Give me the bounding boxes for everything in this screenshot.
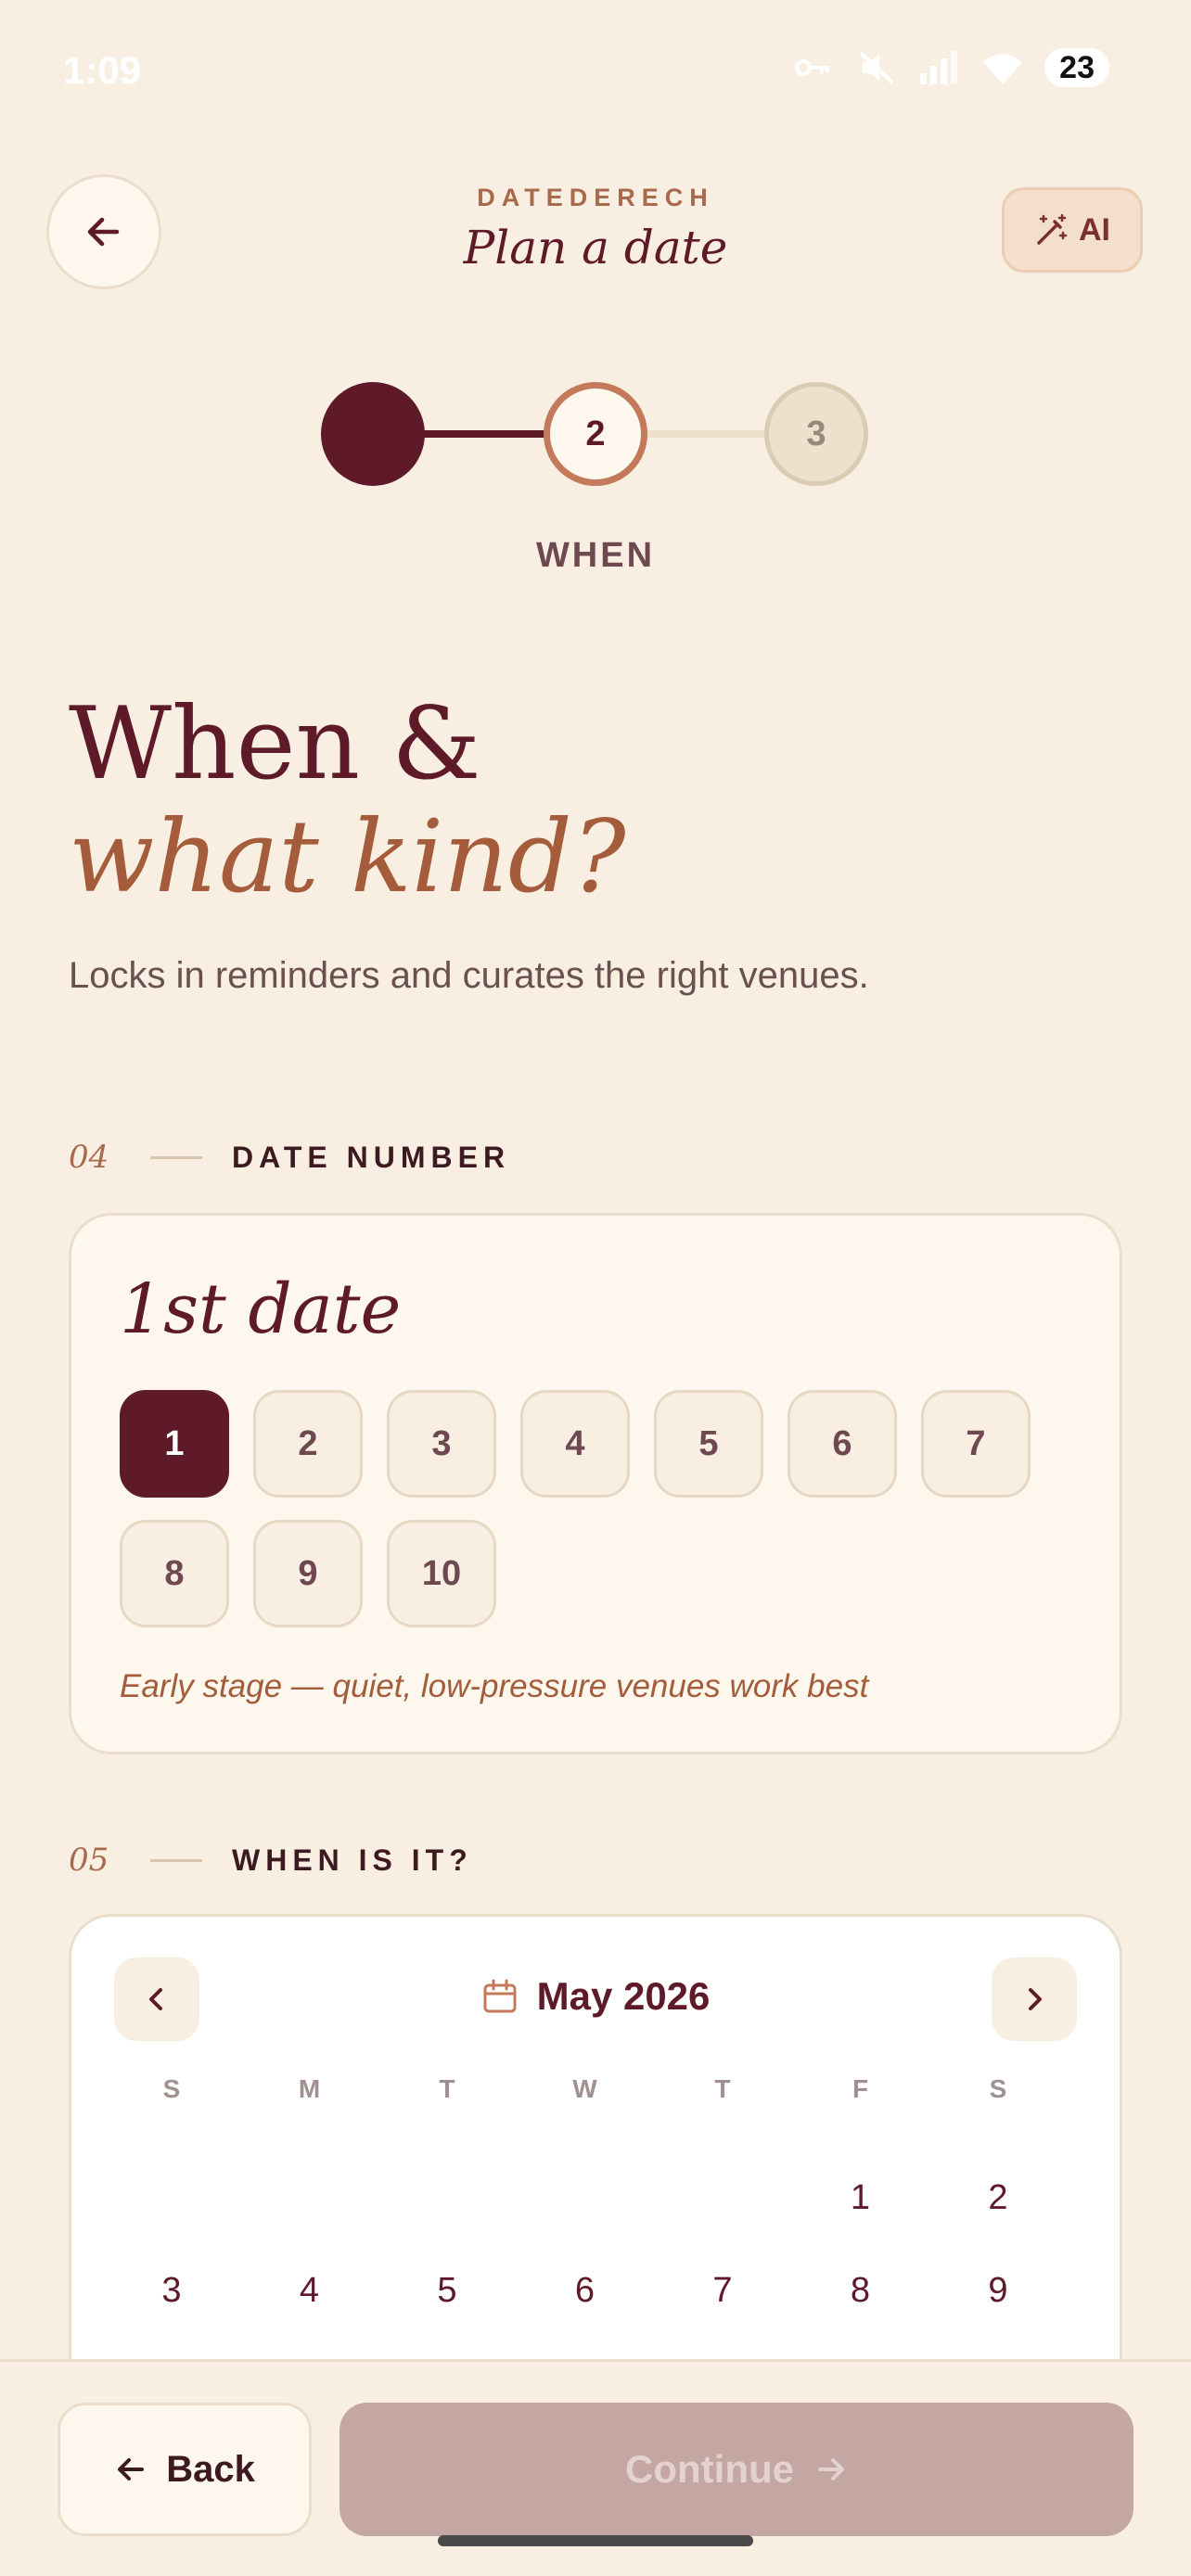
calendar-day[interactable]: 6 <box>548 2271 622 2311</box>
date-number-option[interactable]: 4 <box>520 1390 630 1498</box>
calendar-icon <box>483 1979 517 2013</box>
section-number: 04 <box>69 1139 109 1176</box>
magic-wand-icon <box>1037 213 1068 245</box>
date-number-option[interactable]: 1 <box>120 1390 229 1498</box>
step-connector-pending <box>644 430 768 438</box>
date-number-option[interactable]: 3 <box>387 1390 496 1498</box>
calendar-day[interactable]: 8 <box>824 2271 898 2311</box>
weekday-header: S <box>162 2074 181 2103</box>
weekday-header: W <box>572 2074 597 2103</box>
headline-line-1: When & <box>69 686 481 802</box>
back-button[interactable]: Back <box>58 2403 312 2536</box>
date-number-option[interactable]: 9 <box>253 1520 363 1627</box>
section-title: WHEN IS IT? <box>232 1843 473 1877</box>
current-step-label: WHEN <box>535 536 656 575</box>
section-title: DATE NUMBER <box>232 1140 511 1174</box>
calendar-day[interactable]: 9 <box>961 2271 1035 2311</box>
date-number-option[interactable]: 10 <box>387 1520 496 1627</box>
status-time: 1:09 <box>63 48 142 92</box>
weekday-header: S <box>989 2074 1007 2103</box>
calendar-day[interactable]: 3 <box>134 2271 209 2311</box>
date-number-option[interactable]: 8 <box>120 1520 229 1627</box>
ai-button[interactable]: AI <box>1002 187 1143 273</box>
date-number-option[interactable]: 6 <box>788 1390 897 1498</box>
date-number-display: 1st date <box>120 1269 402 1349</box>
page-subtitle: Locks in reminders and curates the right… <box>69 955 869 996</box>
key-icon <box>795 59 830 76</box>
battery-level: 23 <box>1044 48 1109 87</box>
signal-icon <box>920 51 958 84</box>
date-number-option[interactable]: 2 <box>253 1390 363 1498</box>
step-2-current: 2 <box>544 382 647 486</box>
ai-label: AI <box>1079 211 1110 248</box>
home-indicator <box>438 2535 753 2546</box>
date-number-card: 1st date 1 2 3 4 5 6 7 8 9 10 Early stage — quiet… <box>69 1213 1122 1754</box>
section-divider <box>150 1858 202 1862</box>
weekday-header: T <box>439 2074 455 2103</box>
weekday-header: M <box>298 2074 321 2103</box>
next-month-button[interactable] <box>992 1958 1077 2041</box>
calendar-month-label: May 2026 <box>536 1974 711 2018</box>
calendar-day[interactable]: 4 <box>273 2271 347 2311</box>
section-number: 05 <box>69 1842 109 1879</box>
calendar-day[interactable]: 2 <box>961 2178 1035 2218</box>
headline-line-2: what kind? <box>69 799 626 915</box>
date-number-option[interactable]: 5 <box>654 1390 763 1498</box>
arrow-left-icon <box>118 2458 145 2480</box>
calendar-day[interactable]: 1 <box>824 2178 898 2218</box>
date-number-hint: Early stage — quiet, low-pressure venues… <box>120 1668 869 1704</box>
step-3-upcoming: 3 <box>764 382 868 486</box>
calendar-day[interactable]: 5 <box>410 2271 484 2311</box>
section-header-date-number: 04 DATE NUMBER <box>69 1139 510 1176</box>
calendar-month-header: May 2026 <box>71 1974 1120 2019</box>
chevron-right-icon <box>1029 1988 1042 2010</box>
continue-button[interactable]: Continue <box>339 2403 1133 2536</box>
arrow-right-icon <box>817 2458 844 2480</box>
wifi-icon <box>983 54 1023 84</box>
continue-button-label: Continue <box>625 2447 794 2491</box>
calendar-day[interactable]: 7 <box>685 2271 760 2311</box>
section-header-when: 05 WHEN IS IT? <box>69 1842 473 1879</box>
back-button-label: Back <box>166 2448 255 2490</box>
status-icons: 23 <box>792 48 1109 87</box>
weekday-header: T <box>714 2074 731 2103</box>
mute-icon <box>859 51 894 84</box>
step-connector-complete <box>421 430 547 438</box>
progress-stepper: 2 3 <box>321 382 868 486</box>
date-number-option[interactable]: 7 <box>921 1390 1031 1498</box>
section-divider <box>150 1155 202 1159</box>
step-1-complete <box>321 382 425 486</box>
weekday-header: F <box>852 2074 869 2103</box>
status-bar: 1:09 23 <box>0 0 1191 139</box>
